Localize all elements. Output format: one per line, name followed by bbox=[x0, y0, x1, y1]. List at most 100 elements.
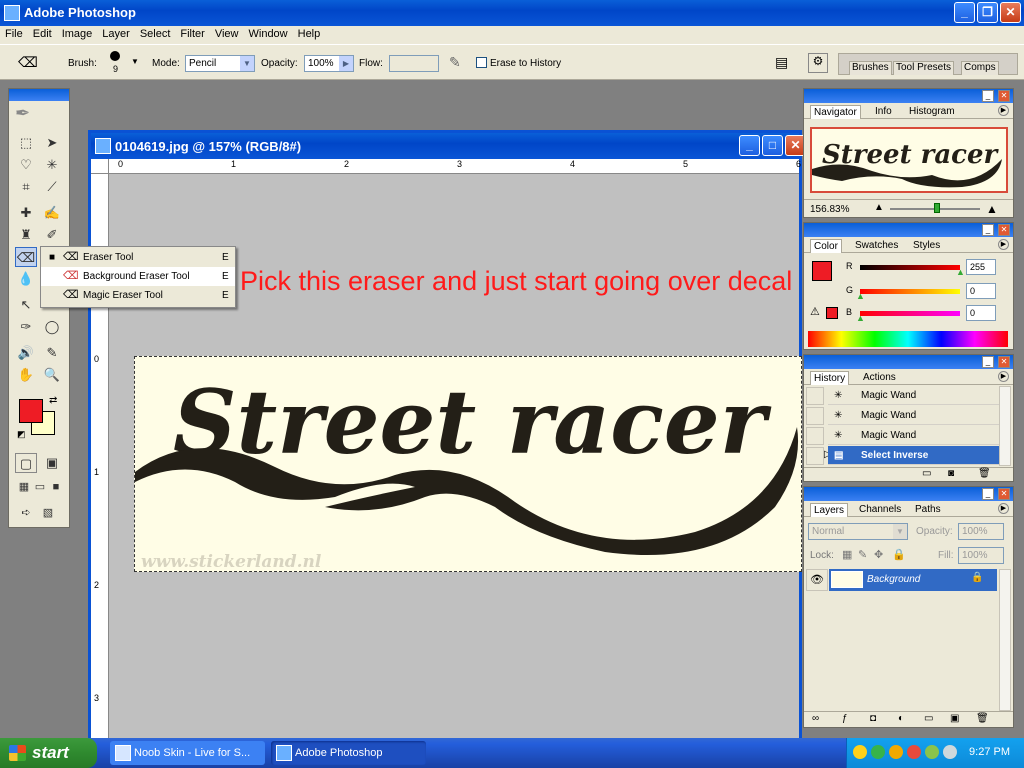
menu-edit[interactable]: Edit bbox=[28, 26, 57, 40]
menu-layer[interactable]: Layer bbox=[97, 26, 135, 40]
tab-channels[interactable]: Channels bbox=[856, 503, 904, 517]
tray-volume-icon[interactable] bbox=[943, 745, 957, 759]
layer-visibility-eye-icon[interactable]: 👁 bbox=[806, 569, 828, 591]
tab-styles[interactable]: Styles bbox=[910, 239, 943, 253]
tab-history[interactable]: History bbox=[810, 371, 850, 385]
quick-mask-mode-icon[interactable]: ▣ bbox=[41, 453, 63, 473]
new-group-icon[interactable]: ▭ bbox=[924, 713, 933, 724]
foreground-color-swatch[interactable] bbox=[19, 399, 43, 423]
chevron-right-icon[interactable]: ▶ bbox=[339, 56, 353, 71]
lock-move-icon[interactable]: ✥ bbox=[874, 548, 883, 561]
palette-close-icon[interactable]: ✕ bbox=[998, 224, 1010, 236]
history-snapshot-box[interactable] bbox=[806, 447, 824, 465]
lock-paint-icon[interactable]: ✎ bbox=[858, 548, 867, 561]
delete-layer-icon[interactable]: 🗑 bbox=[976, 713, 989, 724]
flyout-magic-eraser-tool[interactable]: ⌫ Magic Eraser Tool E bbox=[41, 286, 235, 305]
tray-shield-icon[interactable] bbox=[925, 745, 939, 759]
r-slider[interactable] bbox=[860, 265, 960, 270]
history-snapshot-box[interactable] bbox=[806, 407, 824, 425]
link-layers-icon[interactable]: ∞ bbox=[812, 713, 819, 724]
layers-scrollbar[interactable] bbox=[999, 569, 1011, 711]
color-ramp[interactable] bbox=[808, 331, 1008, 347]
tab-layers[interactable]: Layers bbox=[810, 503, 849, 517]
gamut-warning-icon[interactable]: ⚠ bbox=[810, 305, 820, 318]
menu-select[interactable]: Select bbox=[135, 26, 176, 40]
imageready-icon[interactable]: ▧ bbox=[37, 503, 59, 523]
doc-maximize-button[interactable]: □ bbox=[762, 135, 783, 156]
palette-menu-icon[interactable]: ▶ bbox=[998, 105, 1009, 116]
magic-wand-tool-icon[interactable]: ✳ bbox=[41, 155, 63, 175]
tray-app-icon[interactable] bbox=[907, 745, 921, 759]
tab-navigator[interactable]: Navigator bbox=[810, 105, 861, 119]
menu-file[interactable]: File bbox=[0, 26, 28, 40]
opacity-input[interactable]: 100% ▶ bbox=[304, 55, 354, 72]
palette-minimize-icon[interactable]: _ bbox=[982, 90, 994, 102]
screen-mode-full-icon[interactable]: ■ bbox=[45, 477, 67, 497]
eraser-preset-icon[interactable]: ⌫ bbox=[18, 54, 42, 72]
standard-mode-icon[interactable]: ▢ bbox=[15, 453, 37, 473]
decal-image[interactable]: Street racer www.stickerland.nl bbox=[134, 356, 802, 572]
palette-close-icon[interactable]: ✕ bbox=[998, 488, 1010, 500]
start-button[interactable]: start bbox=[0, 738, 97, 768]
r-slider-thumb[interactable]: ▲ bbox=[956, 267, 965, 277]
history-item[interactable]: ✳ Magic Wand bbox=[828, 426, 1001, 445]
slice-tool-icon[interactable]: ⟋ bbox=[41, 177, 63, 197]
flyout-background-eraser-tool[interactable]: ⌫ Background Eraser Tool E bbox=[41, 267, 235, 286]
notes-tool-icon[interactable]: 🔊 bbox=[15, 343, 37, 363]
task-button-noob-skin[interactable]: Noob Skin - Live for S... bbox=[110, 741, 265, 765]
jump-to-imageready-icon[interactable]: ➪ bbox=[15, 503, 37, 523]
zoom-out-icon[interactable]: ▲ bbox=[874, 202, 884, 213]
taskbar-clock[interactable]: 9:27 PM bbox=[969, 746, 1010, 758]
brush-preview-icon[interactable] bbox=[110, 51, 120, 61]
menu-filter[interactable]: Filter bbox=[175, 26, 209, 40]
path-selection-tool-icon[interactable]: ↖ bbox=[15, 295, 37, 315]
tab-info[interactable]: Info bbox=[872, 105, 895, 119]
history-brush-tool-icon[interactable]: ✐ bbox=[41, 225, 63, 245]
pen-tool-icon[interactable]: ✑ bbox=[15, 317, 37, 337]
blur-tool-icon[interactable]: 💧 bbox=[15, 269, 37, 289]
brush-dropdown-icon[interactable]: ▼ bbox=[131, 57, 139, 66]
palette-minimize-icon[interactable]: _ bbox=[982, 356, 994, 368]
feather-logo-icon[interactable]: ✒ bbox=[15, 103, 63, 127]
history-scrollbar[interactable] bbox=[999, 386, 1011, 466]
swap-colors-icon[interactable]: ⇄ bbox=[49, 395, 57, 406]
well-tab-tool-presets[interactable]: Tool Presets bbox=[893, 61, 955, 75]
tray-messenger-icon[interactable] bbox=[871, 745, 885, 759]
palette-close-icon[interactable]: ✕ bbox=[998, 356, 1010, 368]
ruler-origin[interactable] bbox=[91, 159, 109, 174]
history-item[interactable]: ✳ Magic Wand bbox=[828, 386, 1001, 405]
new-snapshot-icon[interactable]: ◙ bbox=[948, 468, 954, 479]
healing-brush-tool-icon[interactable]: ✚ bbox=[15, 203, 37, 223]
maximize-button[interactable]: ❐ bbox=[977, 2, 998, 23]
history-snapshot-box[interactable] bbox=[806, 387, 824, 405]
layer-mask-icon[interactable]: ◘ bbox=[870, 713, 876, 724]
menu-image[interactable]: Image bbox=[57, 26, 98, 40]
brush-tool-icon[interactable]: ✍ bbox=[41, 203, 63, 223]
file-browser-icon[interactable]: ▤ bbox=[775, 54, 788, 71]
adjustment-layer-icon[interactable]: ◐ bbox=[898, 713, 904, 724]
menu-window[interactable]: Window bbox=[244, 26, 293, 40]
layer-style-icon[interactable]: ƒ bbox=[842, 713, 848, 724]
tray-sun-icon[interactable] bbox=[853, 745, 867, 759]
layer-row-background[interactable]: Background 🔒 bbox=[829, 569, 997, 591]
marquee-tool-icon[interactable]: ⬚ bbox=[15, 133, 37, 153]
palette-menu-icon[interactable]: ▶ bbox=[998, 371, 1009, 382]
trash-icon[interactable]: 🗑 bbox=[978, 468, 991, 479]
tab-swatches[interactable]: Swatches bbox=[852, 239, 901, 253]
tab-actions[interactable]: Actions bbox=[860, 371, 899, 385]
zoom-in-icon[interactable]: ▲ bbox=[986, 202, 998, 216]
history-item[interactable]: ✳ Magic Wand bbox=[828, 406, 1001, 425]
new-document-icon[interactable]: ▭ bbox=[922, 468, 931, 479]
g-slider[interactable] bbox=[860, 289, 960, 294]
palette-close-icon[interactable]: ✕ bbox=[998, 90, 1010, 102]
shape-tool-icon[interactable]: ◯ bbox=[41, 317, 63, 337]
palette-well-icon[interactable]: ⚙ bbox=[808, 53, 828, 73]
g-input[interactable]: 0 bbox=[966, 283, 996, 299]
minimize-button[interactable]: _ bbox=[954, 2, 975, 23]
tab-paths[interactable]: Paths bbox=[912, 503, 944, 517]
airbrush-icon[interactable]: ✎ bbox=[449, 54, 461, 71]
b-input[interactable]: 0 bbox=[966, 305, 996, 321]
zoom-tool-icon[interactable]: 🔍 bbox=[41, 365, 63, 385]
mode-select[interactable]: Pencil ▼ bbox=[185, 55, 255, 72]
task-button-photoshop[interactable]: Adobe Photoshop bbox=[271, 741, 426, 765]
